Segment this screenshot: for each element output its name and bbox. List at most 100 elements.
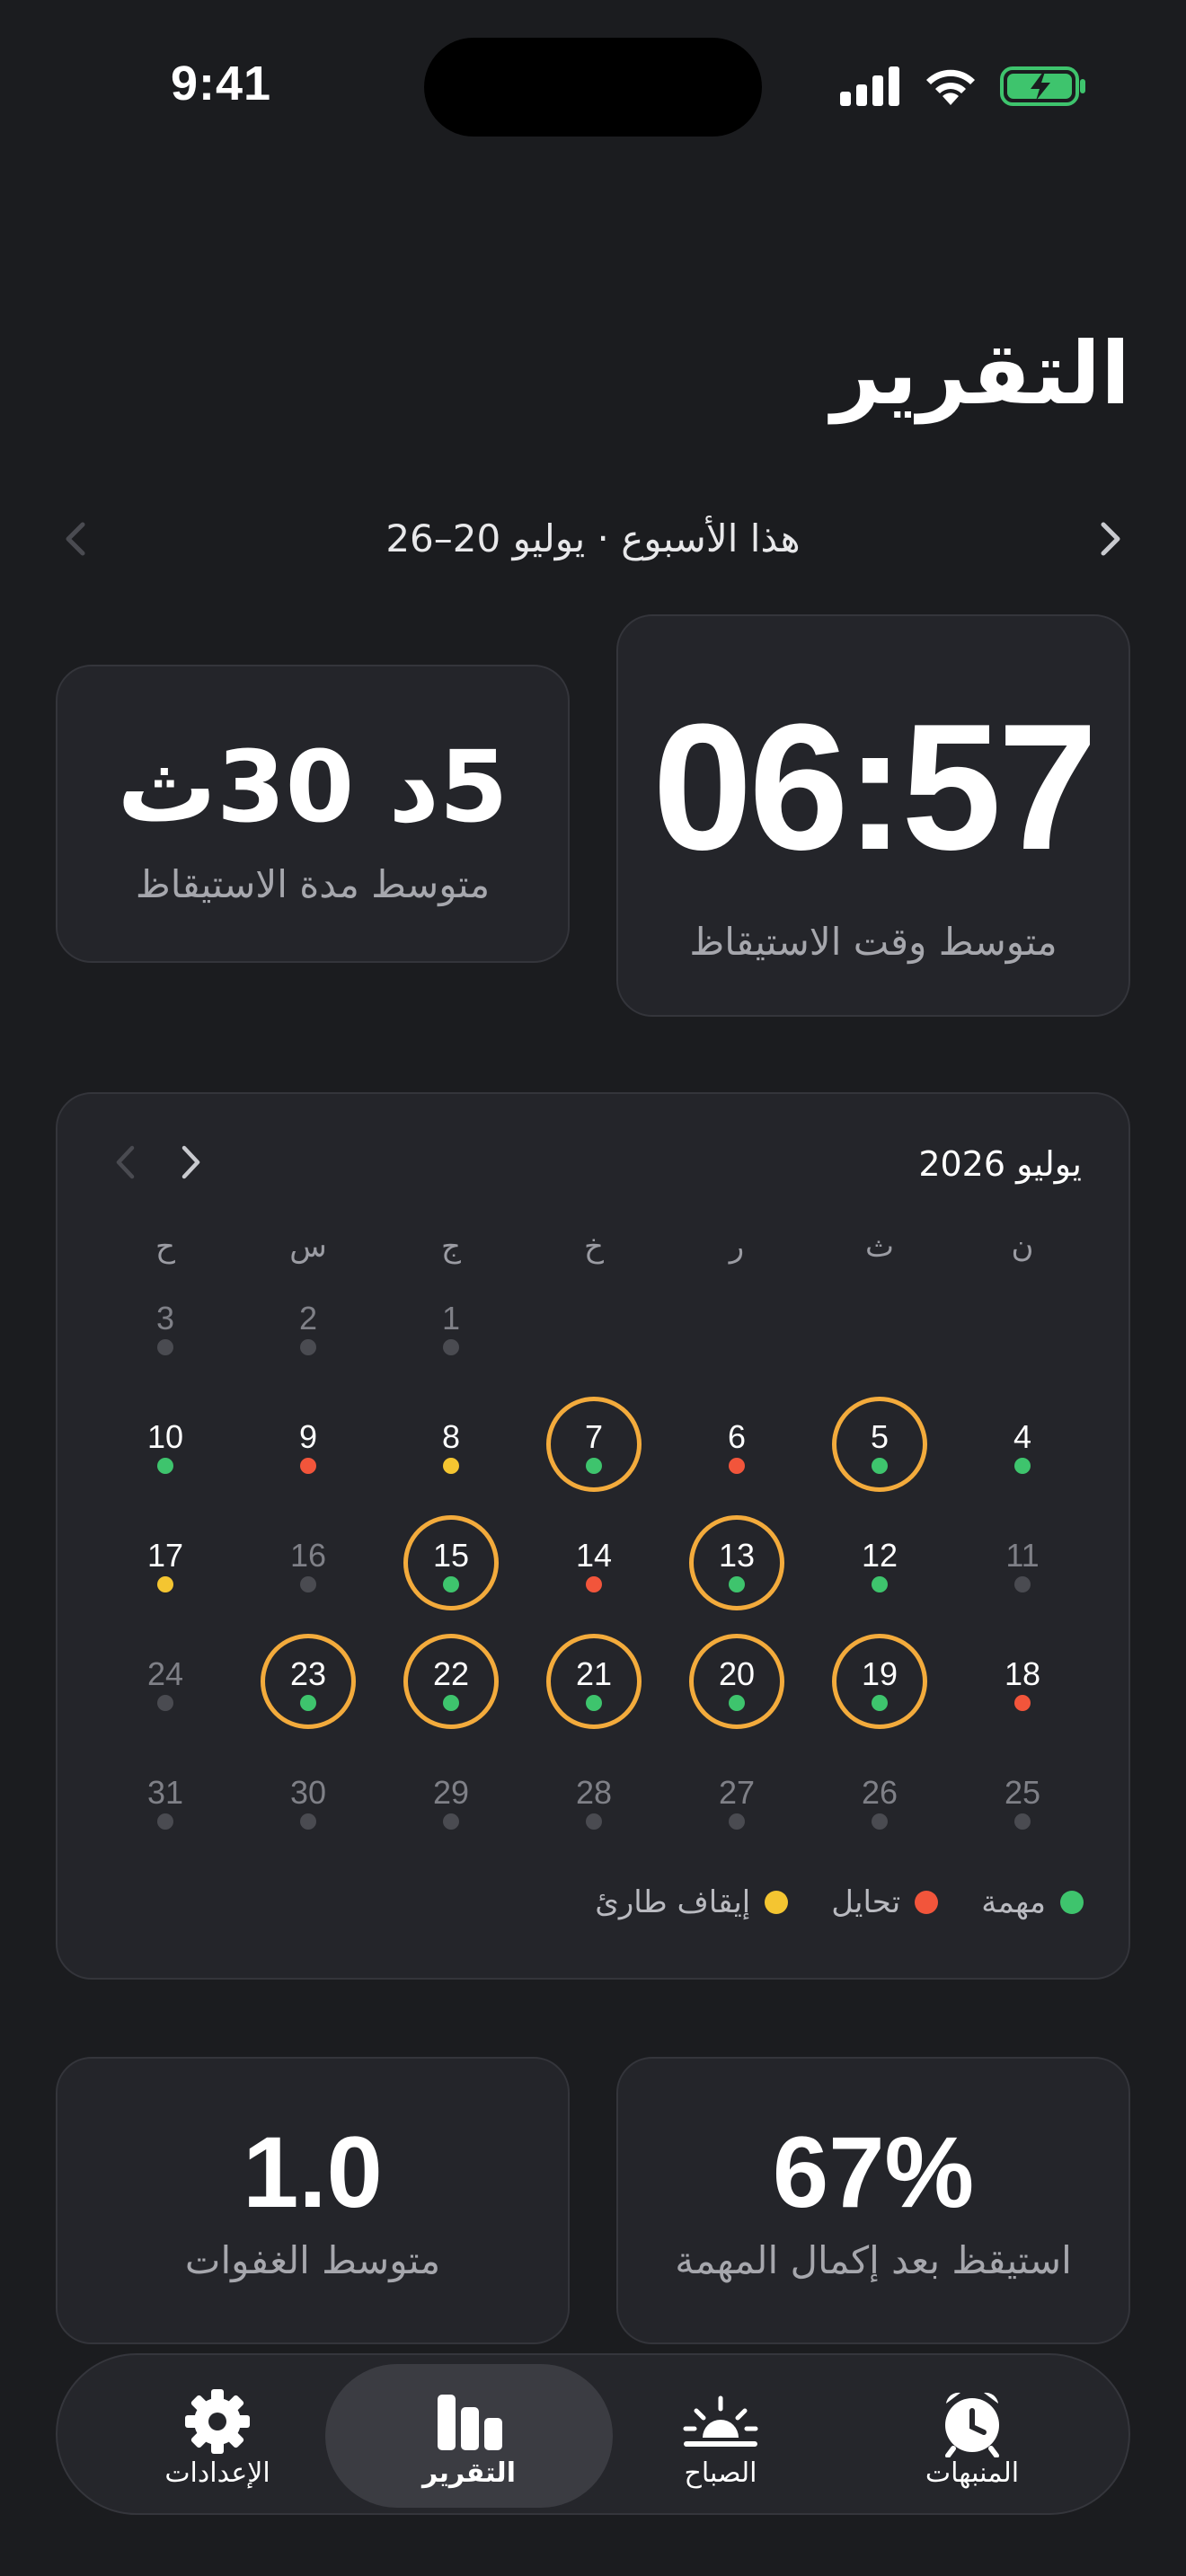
page-title: التقرير bbox=[831, 323, 1130, 424]
calendar-day-number: 22 bbox=[432, 1655, 470, 1692]
weekday-header: ر bbox=[729, 1229, 745, 1265]
calendar-day[interactable]: 28 bbox=[546, 1752, 642, 1848]
tab-alarms-label: المنبهات bbox=[925, 2457, 1020, 2489]
calendar-day-number: 11 bbox=[1005, 1537, 1040, 1574]
calendar-day[interactable]: 2 bbox=[261, 1278, 356, 1373]
calendar-day[interactable]: 22 bbox=[403, 1634, 499, 1729]
calendar-day[interactable]: 16 bbox=[261, 1515, 356, 1610]
sunrise-icon bbox=[683, 2395, 758, 2447]
tab-alarms[interactable]: المنبهات bbox=[828, 2364, 1116, 2508]
week-label: هذا الأسبوع · يوليو 20–26 bbox=[385, 516, 801, 560]
calendar-day-status-dot bbox=[1014, 1458, 1031, 1474]
calendar-day-number: 3 bbox=[155, 1300, 175, 1337]
calendar-day-number: 16 bbox=[289, 1537, 327, 1574]
calendar-day-status-dot bbox=[729, 1458, 745, 1474]
calendar-day[interactable]: 5 bbox=[832, 1397, 927, 1492]
calendar-day-status-dot bbox=[729, 1813, 745, 1830]
tab-settings[interactable]: الإعدادات bbox=[74, 2364, 361, 2508]
calendar-day[interactable]: 9 bbox=[261, 1397, 356, 1492]
calendar-day-number: 15 bbox=[432, 1537, 470, 1574]
tab-morning[interactable]: الصباح bbox=[577, 2364, 864, 2508]
alarm-clock-icon bbox=[945, 2392, 999, 2457]
legend-emergency-stop-label: إيقاف طارئ bbox=[595, 1884, 751, 1920]
calendar-day-status-dot bbox=[443, 1458, 459, 1474]
report-screen: 9:41 التقرير هذا الأسبوع · يوليو 20–26 0… bbox=[0, 0, 1186, 2576]
calendar-day[interactable]: 1 bbox=[403, 1278, 499, 1373]
calendar-day[interactable]: 7 bbox=[546, 1397, 642, 1492]
calendar-day[interactable]: 30 bbox=[261, 1752, 356, 1848]
calendar-day-number: 1 bbox=[441, 1300, 461, 1337]
calendar-day[interactable]: 24 bbox=[118, 1634, 213, 1729]
weekday-header: ح bbox=[155, 1229, 175, 1265]
calendar-day[interactable]: 31 bbox=[118, 1752, 213, 1848]
dynamic-island bbox=[424, 38, 762, 137]
calendar-day-status-dot bbox=[586, 1813, 602, 1830]
cellular-signal-icon bbox=[840, 66, 899, 106]
legend-cheat-label: تحايل bbox=[831, 1884, 901, 1920]
calendar-day-status-dot bbox=[872, 1458, 888, 1474]
calendar-day[interactable]: 4 bbox=[975, 1397, 1070, 1492]
avg-snoozes-value: 1.0 bbox=[243, 2116, 383, 2228]
calendar-day-status-dot bbox=[729, 1576, 745, 1592]
calendar-day-number: 27 bbox=[718, 1774, 756, 1811]
calendar-day[interactable]: 29 bbox=[403, 1752, 499, 1848]
calendar-day[interactable]: 17 bbox=[118, 1515, 213, 1610]
weekday-header: ج bbox=[441, 1229, 461, 1265]
calendar-day[interactable]: 26 bbox=[832, 1752, 927, 1848]
calendar-day-status-dot bbox=[157, 1458, 173, 1474]
after-task-card: 67% استيقظ بعد إكمال المهمة bbox=[616, 2057, 1130, 2344]
calendar-day[interactable]: 8 bbox=[403, 1397, 499, 1492]
calendar-day-number: 7 bbox=[584, 1418, 604, 1455]
calendar-day[interactable]: 18 bbox=[975, 1634, 1070, 1729]
previous-week-arrow-icon[interactable] bbox=[54, 517, 97, 560]
battery-charging-icon bbox=[1000, 66, 1085, 106]
calendar-day-number: 10 bbox=[146, 1418, 184, 1455]
calendar-day-status-dot bbox=[157, 1339, 173, 1355]
calendar-day-number: 18 bbox=[1004, 1655, 1041, 1692]
calendar-day[interactable]: 12 bbox=[832, 1515, 927, 1610]
calendar-day-status-dot bbox=[872, 1695, 888, 1711]
tab-morning-label: الصباح bbox=[684, 2457, 757, 2489]
calendar-day-number: 20 bbox=[718, 1655, 756, 1692]
tab-report[interactable]: التقرير bbox=[325, 2364, 613, 2508]
calendar-day-number: 12 bbox=[861, 1537, 898, 1574]
calendar-day-number: 13 bbox=[718, 1537, 756, 1574]
weekday-header: ن bbox=[1011, 1229, 1034, 1265]
calendar-day-status-dot bbox=[300, 1813, 316, 1830]
calendar-day[interactable]: 25 bbox=[975, 1752, 1070, 1848]
calendar-day-status-dot bbox=[1014, 1813, 1031, 1830]
calendar-day[interactable]: 23 bbox=[261, 1634, 356, 1729]
calendar-month-nav bbox=[102, 1139, 214, 1186]
after-task-value: 67% bbox=[772, 2116, 975, 2228]
calendar-day[interactable]: 19 bbox=[832, 1634, 927, 1729]
weekday-header: س bbox=[289, 1229, 327, 1265]
calendar-day-number: 23 bbox=[289, 1655, 327, 1692]
calendar-card: يوليو 2026 ن ث ر خ ج س ح 1 2 3 4 5 6 7 8 9 10 11 12 13 14 15 1… bbox=[56, 1092, 1130, 1980]
calendar-day-status-dot bbox=[729, 1695, 745, 1711]
calendar-day[interactable]: 13 bbox=[689, 1515, 784, 1610]
calendar-day-number: 2 bbox=[298, 1300, 318, 1337]
calendar-day[interactable]: 14 bbox=[546, 1515, 642, 1610]
calendar-day[interactable]: 3 bbox=[118, 1278, 213, 1373]
calendar-day-status-dot bbox=[872, 1813, 888, 1830]
calendar-day-status-dot bbox=[300, 1339, 316, 1355]
calendar-day[interactable]: 11 bbox=[975, 1515, 1070, 1610]
calendar-day-status-dot bbox=[586, 1576, 602, 1592]
next-month-arrow-icon[interactable] bbox=[167, 1139, 214, 1186]
calendar-day[interactable]: 15 bbox=[403, 1515, 499, 1610]
calendar-day[interactable]: 21 bbox=[546, 1634, 642, 1729]
calendar-day-number: 19 bbox=[861, 1655, 898, 1692]
legend-emergency-stop-dot bbox=[765, 1891, 789, 1914]
calendar-day-status-dot bbox=[157, 1695, 173, 1711]
calendar-day-number: 6 bbox=[727, 1418, 747, 1455]
tab-settings-label: الإعدادات bbox=[164, 2457, 270, 2489]
calendar-day[interactable]: 10 bbox=[118, 1397, 213, 1492]
avg-wake-duration-label: متوسط مدة الاستيقاظ bbox=[135, 862, 491, 906]
legend-task: مهمة bbox=[981, 1884, 1084, 1920]
calendar-day[interactable]: 6 bbox=[689, 1397, 784, 1492]
calendar-day[interactable]: 27 bbox=[689, 1752, 784, 1848]
week-navigator: هذا الأسبوع · يوليو 20–26 bbox=[54, 512, 1132, 566]
calendar-day[interactable]: 20 bbox=[689, 1634, 784, 1729]
previous-month-arrow-icon[interactable] bbox=[102, 1139, 149, 1186]
calendar-day-number: 21 bbox=[575, 1655, 613, 1692]
